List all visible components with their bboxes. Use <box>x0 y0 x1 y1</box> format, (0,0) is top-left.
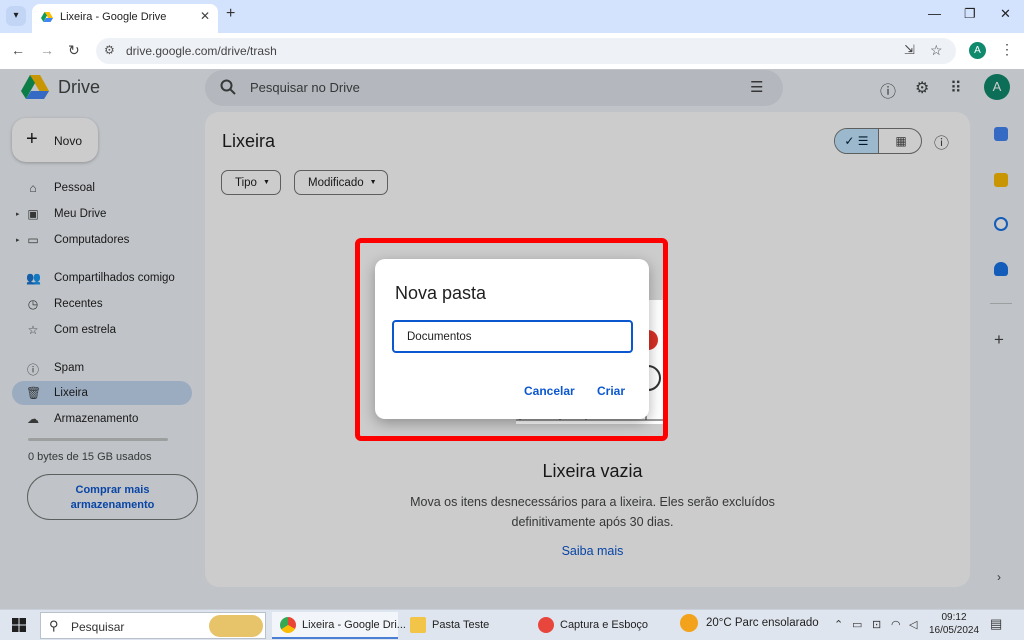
restore-window-icon[interactable]: ❐ <box>964 6 976 22</box>
tray-overflow-icon[interactable]: ⌃ <box>834 618 843 631</box>
browser-menu-icon[interactable]: ⋮ <box>1000 41 1014 58</box>
close-window-icon[interactable]: ✕ <box>1000 6 1011 22</box>
taskbar-app-folder[interactable]: Pasta Teste <box>402 612 522 639</box>
install-app-icon[interactable]: ⇲ <box>904 42 915 58</box>
cancel-button[interactable]: Cancelar <box>524 384 575 398</box>
url-text: drive.google.com/drive/trash <box>126 44 277 58</box>
search-highlight-image <box>209 615 263 637</box>
taskbar-app-label: Pasta Teste <box>432 619 490 631</box>
forward-button[interactable]: → <box>40 42 54 58</box>
create-button[interactable]: Criar <box>597 384 625 398</box>
new-folder-dialog: Nova pasta Cancelar Criar <box>375 259 649 419</box>
back-button[interactable]: ← <box>11 42 25 58</box>
meet-icon[interactable]: ▭ <box>852 618 862 631</box>
reload-button[interactable]: ↻ <box>68 42 80 59</box>
dialog-title: Nova pasta <box>395 283 487 303</box>
windows-start-icon[interactable] <box>12 618 26 632</box>
system-clock[interactable]: 09:12 16/05/2024 <box>928 611 980 637</box>
taskbar-app-label: Captura e Esboço <box>560 619 649 631</box>
folder-name-input[interactable] <box>392 320 633 353</box>
clock-time: 09:12 <box>941 612 967 623</box>
browser-toolbar: ← → ↻ ⚙ drive.google.com/drive/trash ⇲ ☆ <box>0 33 1024 69</box>
minimize-window-icon[interactable]: — <box>928 6 941 21</box>
browser-profile-avatar[interactable]: A <box>969 42 986 59</box>
taskbar-app-snip[interactable]: Captura e Esboço <box>530 612 660 639</box>
site-info-icon[interactable]: ⚙ <box>104 43 115 57</box>
close-tab-icon[interactable]: ✕ <box>200 9 210 23</box>
taskbar-app-chrome[interactable]: Lixeira - Google Dri... <box>272 612 406 639</box>
browser-tab-strip: ▾ Lixeira - Google Drive ✕ + — ❐ ✕ <box>0 0 1024 33</box>
tab-search-button[interactable]: ▾ <box>6 6 26 26</box>
notifications-icon[interactable]: ▤ <box>990 616 1002 632</box>
bookmark-star-icon[interactable]: ☆ <box>930 42 943 59</box>
wifi-icon[interactable]: ◠ <box>891 618 901 631</box>
taskbar-app-label: Lixeira - Google Dri... <box>302 619 406 631</box>
snipping-tool-icon <box>538 617 554 633</box>
drive-favicon-icon <box>41 12 53 22</box>
partly-sunny-icon <box>680 614 698 632</box>
volume-icon[interactable]: ◁ <box>909 618 917 631</box>
new-tab-button[interactable]: + <box>226 5 235 23</box>
windows-taskbar: ⚲ Pesquisar Lixeira - Google Dri... Past… <box>0 609 1024 640</box>
browser-tab-active[interactable]: Lixeira - Google Drive ✕ <box>32 4 218 33</box>
folder-icon <box>410 617 426 633</box>
taskbar-search-placeholder: Pesquisar <box>71 620 125 634</box>
tab-title: Lixeira - Google Drive <box>60 11 167 23</box>
address-bar[interactable]: ⚙ drive.google.com/drive/trash ⇲ ☆ <box>96 38 956 64</box>
weather-text: 20°C Parc ensolarado <box>706 617 819 629</box>
search-icon: ⚲ <box>49 618 59 633</box>
network-icon[interactable]: ⊡ <box>872 618 881 631</box>
taskbar-search[interactable]: ⚲ Pesquisar <box>40 612 266 639</box>
chrome-icon <box>280 617 296 633</box>
clock-date: 16/05/2024 <box>928 625 980 636</box>
